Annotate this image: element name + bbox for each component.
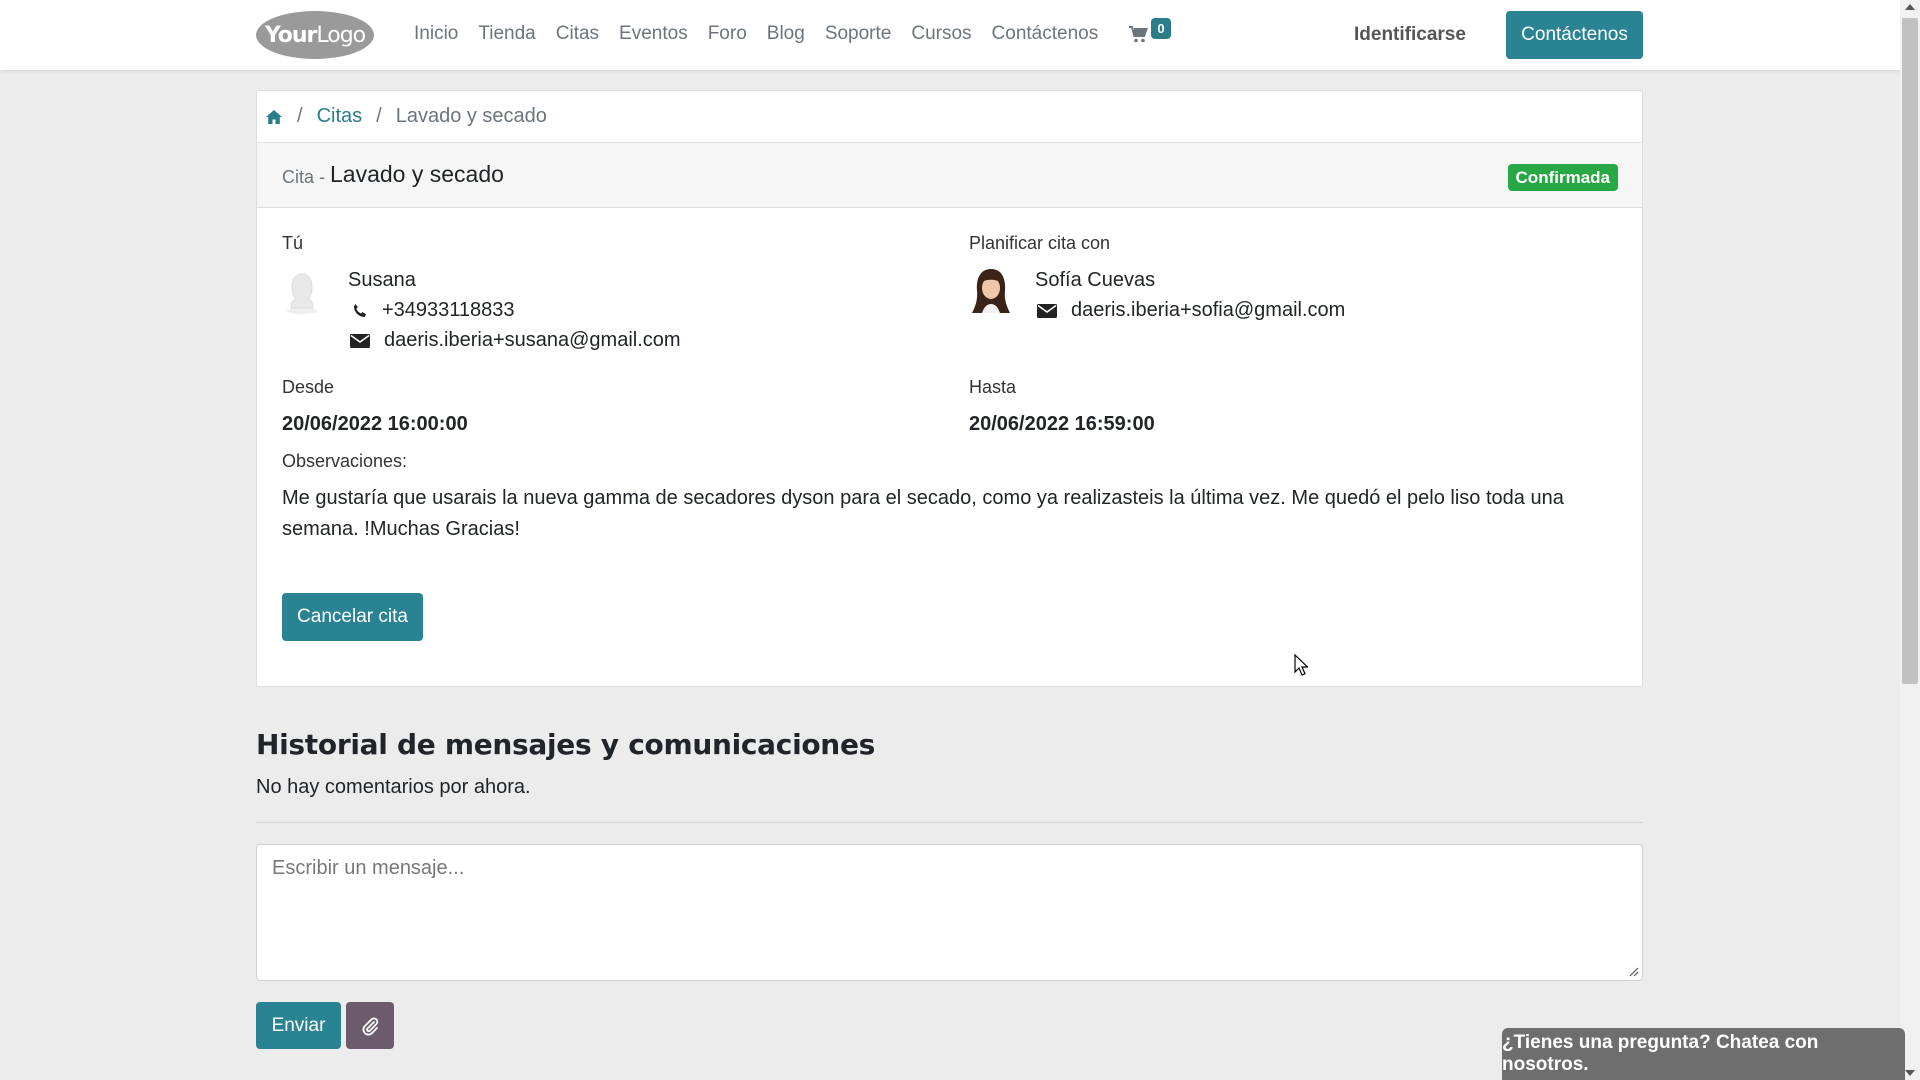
- nav-blog[interactable]: Blog: [767, 23, 805, 45]
- cart-link[interactable]: 0: [1129, 18, 1171, 48]
- notes-text: Me gustaría que usarais la nueva gamma d…: [282, 487, 1564, 540]
- staff-email-text[interactable]: daeris.iberia+sofia@gmail.com: [1071, 299, 1345, 322]
- page-scrollbar[interactable]: [1900, 0, 1920, 1080]
- contact-button[interactable]: Contáctenos: [1506, 11, 1643, 59]
- envelope-icon: [1037, 303, 1057, 318]
- status-badge: Confirmada: [1507, 164, 1618, 191]
- scroll-up-arrow-icon[interactable]: [1905, 4, 1915, 10]
- customer-phone: +34933118833: [352, 299, 515, 322]
- breadcrumb-citas[interactable]: Citas: [317, 105, 363, 128]
- from-label: Desde: [282, 377, 335, 397]
- breadcrumb: / Citas / Lavado y secado: [257, 91, 1642, 143]
- site-logo[interactable]: Your Logo: [256, 11, 374, 59]
- nav-inicio[interactable]: Inicio: [414, 23, 458, 45]
- scroll-down-arrow-icon[interactable]: [1905, 1070, 1915, 1076]
- logo-bold-text: Your: [264, 22, 318, 48]
- nav-tienda[interactable]: Tienda: [478, 23, 535, 45]
- resize-grip-icon[interactable]: [1628, 966, 1639, 977]
- scroll-thumb[interactable]: [1902, 18, 1918, 684]
- appointment-title: Lavado y secado: [330, 161, 504, 187]
- top-navbar: Your Logo Inicio Tienda Citas Eventos For…: [0, 0, 1900, 70]
- with-label: Planificar cita con: [969, 233, 1111, 253]
- divider: [256, 822, 1643, 823]
- cart-count-badge: 0: [1151, 18, 1171, 39]
- customer-email: daeris.iberia+susana@gmail.com: [350, 329, 681, 352]
- phone-icon: [354, 303, 366, 317]
- nav-soporte[interactable]: Soporte: [825, 23, 892, 45]
- customer-email-text[interactable]: daeris.iberia+susana@gmail.com: [384, 329, 681, 352]
- customer-phone-text[interactable]: +34933118833: [382, 299, 515, 322]
- breadcrumb-current: Lavado y secado: [395, 105, 547, 127]
- staff-name: Sofía Cuevas: [1035, 269, 1156, 291]
- nav-citas[interactable]: Citas: [556, 23, 599, 45]
- nav-contactenos[interactable]: Contáctenos: [992, 23, 1099, 45]
- you-label: Tú: [282, 233, 304, 253]
- appointment-prefix: Cita -: [282, 167, 326, 187]
- logo-light-text: Logo: [316, 22, 366, 48]
- history-empty-text: No hay comentarios por ahora.: [256, 776, 531, 798]
- cart-icon: [1129, 26, 1148, 43]
- to-value: 20/06/2022 16:59:00: [969, 413, 1155, 435]
- history-title: Historial de mensajes y comunicaciones: [256, 728, 875, 761]
- appointment-header: Cita - Lavado y secado Confirmada: [257, 143, 1642, 208]
- notes-label: Observaciones:: [282, 451, 408, 471]
- message-input[interactable]: [256, 844, 1643, 981]
- main-nav: Inicio Tienda Citas Eventos Foro Blog So…: [414, 23, 1118, 45]
- nav-eventos[interactable]: Eventos: [619, 23, 688, 45]
- from-value: 20/06/2022 16:00:00: [282, 413, 468, 435]
- nav-foro[interactable]: Foro: [708, 23, 747, 45]
- nav-cursos[interactable]: Cursos: [911, 23, 971, 45]
- mouse-cursor-icon: [1294, 654, 1308, 676]
- appointment-card: / Citas / Lavado y secado Cita - Lavado …: [256, 90, 1643, 687]
- send-button[interactable]: Enviar: [256, 1002, 341, 1049]
- to-label: Hasta: [969, 377, 1017, 397]
- envelope-icon: [350, 333, 370, 348]
- signin-link[interactable]: Identificarse: [1354, 24, 1466, 46]
- paperclip-icon: [362, 1016, 379, 1035]
- cancel-appointment-button[interactable]: Cancelar cita: [282, 593, 423, 641]
- customer-name: Susana: [348, 269, 416, 291]
- customer-avatar: [287, 273, 317, 314]
- attach-button[interactable]: [346, 1002, 394, 1049]
- chat-widget[interactable]: ¿Tienes una pregunta? Chatea con nosotro…: [1502, 1028, 1905, 1080]
- home-icon[interactable]: [265, 109, 283, 125]
- staff-email: daeris.iberia+sofia@gmail.com: [1037, 299, 1345, 322]
- staff-avatar: [972, 269, 1010, 313]
